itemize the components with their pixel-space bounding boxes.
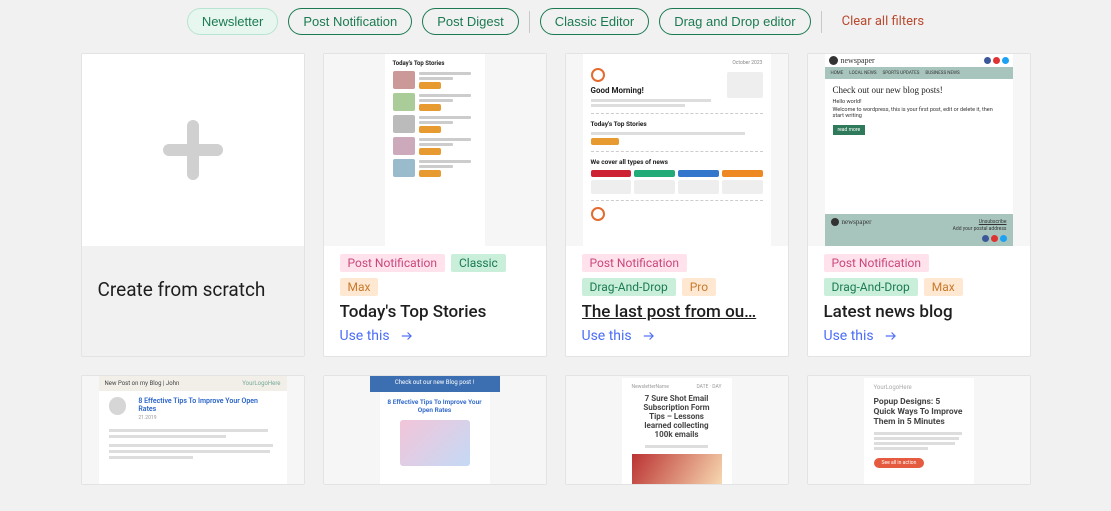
- clear-filters-link[interactable]: Clear all filters: [842, 14, 924, 29]
- preview-brand: newspaper: [829, 56, 875, 65]
- plus-icon: [157, 114, 229, 186]
- card-template-latest-news[interactable]: newspaper HOME LOCAL NEWS SPORTS UPDATES…: [807, 53, 1031, 357]
- template-tags: Post Notification Drag-And-Drop Pro: [582, 254, 772, 296]
- preview-headline: Check out our new blog posts!: [833, 85, 1005, 95]
- scratch-title: Create from scratch: [82, 246, 304, 301]
- card-template-row2-a[interactable]: New Post on my Blog | JohnYourLogoHere 8…: [81, 375, 305, 485]
- card-template-row2-d[interactable]: YourLogoHere Popup Designs: 5 Quick Ways…: [807, 375, 1031, 485]
- card-template-row2-c[interactable]: NewsletterNameDATE · DAY 7 Sure Shot Ema…: [565, 375, 789, 485]
- preview-date: October 2023: [591, 60, 763, 66]
- arrow-right-icon: [400, 329, 414, 343]
- use-this-label: Use this: [582, 328, 632, 344]
- filter-chip-drag-drop-editor[interactable]: Drag and Drop editor: [659, 8, 810, 35]
- template-title: Latest news blog: [824, 302, 1014, 322]
- tag: Drag-And-Drop: [824, 278, 918, 296]
- template-tags: Post Notification Classic Max: [340, 254, 530, 296]
- template-tags: Post Notification Drag-And-Drop Max: [824, 254, 1014, 296]
- filter-chip-newsletter[interactable]: Newsletter: [187, 8, 278, 35]
- arrow-right-icon: [884, 329, 898, 343]
- use-this-label: Use this: [340, 328, 390, 344]
- tag: Max: [924, 278, 963, 296]
- tag: Drag-And-Drop: [582, 278, 676, 296]
- tag: Post Notification: [340, 254, 445, 272]
- tag: Pro: [682, 278, 716, 296]
- filters-bar: Newsletter Post Notification Post Digest…: [0, 0, 1111, 53]
- filter-chip-classic-editor[interactable]: Classic Editor: [540, 8, 649, 35]
- tag: Classic: [451, 254, 506, 272]
- preview-heading: Today's Top Stories: [393, 60, 477, 67]
- preview-section: Today's Top Stories: [591, 120, 763, 128]
- template-preview: newspaper HOME LOCAL NEWS SPORTS UPDATES…: [808, 54, 1030, 246]
- card-template-last-post[interactable]: October 2023 Good Morning! Today's Top S…: [565, 53, 789, 357]
- filter-divider: [529, 11, 530, 33]
- arrow-right-icon: [642, 329, 656, 343]
- filter-divider: [821, 11, 822, 33]
- use-this-link[interactable]: Use this: [582, 328, 772, 344]
- filter-chip-post-digest[interactable]: Post Digest: [422, 8, 518, 35]
- template-preview: Today's Top Stories: [324, 54, 546, 246]
- use-this-link[interactable]: Use this: [824, 328, 1014, 344]
- card-template-row2-b[interactable]: Check out our new Blog post ! 8 Effectiv…: [323, 375, 547, 485]
- card-template-top-stories[interactable]: Today's Top Stories Post Notification Cl…: [323, 53, 547, 357]
- template-title: The last post from ou…: [582, 302, 772, 322]
- use-this-label: Use this: [824, 328, 874, 344]
- template-preview: October 2023 Good Morning! Today's Top S…: [566, 54, 788, 246]
- tag: Post Notification: [824, 254, 929, 272]
- scratch-preview: [82, 54, 304, 246]
- card-create-from-scratch[interactable]: Create from scratch: [81, 53, 305, 357]
- filter-chip-post-notification[interactable]: Post Notification: [288, 8, 412, 35]
- preview-section: We cover all types of news: [591, 158, 763, 166]
- tag: Max: [340, 278, 379, 296]
- tag: Post Notification: [582, 254, 687, 272]
- template-grid: Create from scratch Today's Top Stories …: [0, 53, 1111, 357]
- template-grid-row2: New Post on my Blog | JohnYourLogoHere 8…: [0, 375, 1111, 485]
- template-title: Today's Top Stories: [340, 302, 530, 322]
- use-this-link[interactable]: Use this: [340, 328, 530, 344]
